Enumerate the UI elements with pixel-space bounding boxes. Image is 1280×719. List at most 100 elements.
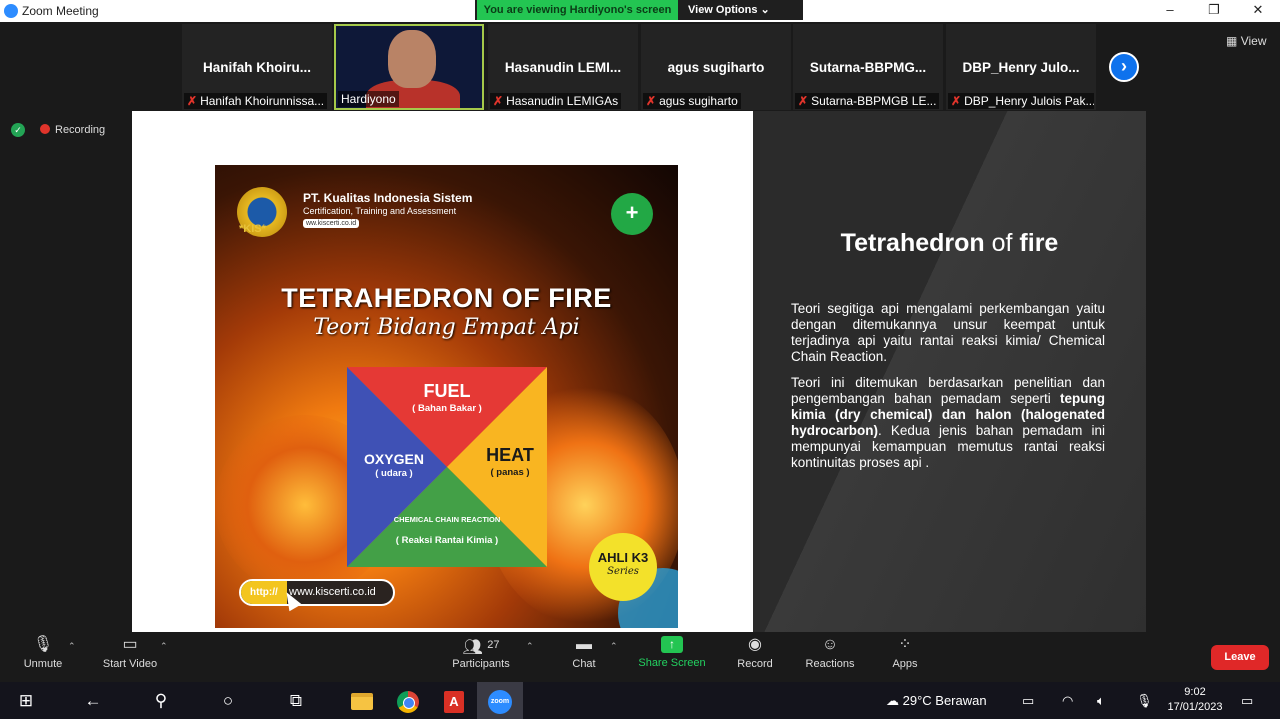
participant-strip: Hanifah Khoiru... ✗ Hanifah Khoirunnissa.… (0, 22, 1280, 110)
participant-label-text: agus sugiharto (659, 94, 738, 108)
audio-options-caret-icon[interactable]: ⌃ (68, 641, 76, 652)
oxygen-label: OXYGEN (364, 451, 424, 467)
participant-tile[interactable]: agus sugiharto ✗ agus sugiharto (641, 24, 791, 110)
share-screen-button[interactable]: ↑ Share Screen (638, 636, 706, 669)
participant-label: Hardiyono (338, 91, 399, 107)
minimize-icon[interactable]: – (1148, 0, 1192, 22)
record-button[interactable]: ◉ Record (736, 636, 774, 670)
start-video-button[interactable]: ▭ Start Video (100, 636, 160, 670)
participants-caret-icon[interactable]: ⌃ (526, 641, 534, 652)
ahli-k3-badge: AHLI K3 Series (589, 533, 657, 601)
chrome-icon[interactable] (385, 682, 431, 719)
title-bar: Zoom Meeting You are viewing Hardiyono's… (0, 0, 1280, 22)
participant-video-face (388, 30, 436, 88)
paragraph-text: Teori ini ditemukan berdasarkan peneliti… (791, 375, 1105, 406)
apps-button[interactable]: ⁘ Apps (890, 636, 920, 670)
muted-microphone-icon: 🎙︎ (32, 636, 54, 653)
microphone-icon[interactable]: 🎙︎ (1136, 682, 1153, 719)
participant-label: ✗ Hasanudin LEMIGAs (490, 93, 622, 109)
weather-widget[interactable]: ☁ 29°C Berawan (886, 682, 987, 719)
company-subtitle: Certification, Training and Assessment (303, 206, 457, 216)
website-url: www.kiscerti.co.id (289, 586, 376, 598)
zoom-taskbar-icon[interactable]: zoom (477, 682, 523, 719)
chat-caret-icon[interactable]: ⌃ (610, 641, 618, 652)
window-title: Zoom Meeting (22, 4, 99, 18)
safety-cross-gear-icon: + (611, 193, 653, 235)
view-options-label: View Options (688, 4, 758, 16)
fuel-sublabel: ( Bahan Bakar ) (412, 403, 482, 414)
participant-tile[interactable]: Sutarna-BBPMG... ✗ Sutarna-BBPMGB LE... (793, 24, 943, 110)
system-clock[interactable]: 9:02 17/01/2023 (1163, 685, 1227, 715)
participant-tile-active-speaker[interactable]: Hardiyono (334, 24, 484, 110)
cortana-circle-icon[interactable]: ○ (205, 682, 251, 719)
shared-screen: *KIS* PT. Kualitas Indonesia Sistem Cert… (132, 111, 1146, 632)
grid-icon: ▦ (1226, 34, 1238, 48)
tetrahedron-diagram: FUEL ( Bahan Bakar ) HEAT ( panas ) OXYG… (347, 367, 547, 567)
share-screen-label: Share Screen (638, 657, 706, 669)
close-icon[interactable]: ✕ (1236, 0, 1280, 22)
participant-tile[interactable]: Hasanudin LEMI... ✗ Hasanudin LEMIGAs (488, 24, 638, 110)
participant-label-text: Hanifah Khoirunnissa... (200, 94, 325, 108)
participant-label: ✗ DBP_Henry Julois Pak... (948, 93, 1094, 109)
participant-count: 27 (487, 639, 500, 651)
chemical-label: CHEMICAL CHAIN REACTION (393, 515, 501, 524)
badge-subtitle: Series (607, 566, 639, 577)
windows-start-icon[interactable]: ⊞ (3, 682, 49, 719)
chat-label: Chat (572, 658, 596, 670)
reactions-button[interactable]: ☺ Reactions (804, 636, 856, 670)
pdf-reader-icon[interactable]: A (431, 682, 477, 719)
participant-label-text: Hasanudin LEMIGAs (506, 94, 619, 108)
participant-label: ✗ Hanifah Khoirunnissa... (184, 93, 328, 109)
participant-tile[interactable]: Hanifah Khoiru... ✗ Hanifah Khoirunnissa.… (182, 24, 332, 110)
website-pill: http:// www.kiscerti.co.id (239, 579, 395, 606)
restore-icon[interactable]: ❐ (1192, 0, 1236, 22)
zoom-logo-icon (4, 4, 18, 18)
windows-taskbar: ⊞ ← ⚲ ○ ⧉ A zoom ☁ 29°C Berawan ▭ ◠ 🔈︎ 🎙… (0, 682, 1280, 719)
view-options-button[interactable]: View Options ⌄ (688, 0, 770, 20)
participants-icon: 👥︎ 27 (462, 639, 500, 656)
start-video-label: Start Video (102, 658, 158, 670)
slide-title-part: fire (1019, 229, 1059, 257)
search-icon[interactable]: ⚲ (138, 682, 184, 719)
slide-title: Tetrahedron of fire (753, 229, 1146, 258)
participant-tile-name: Sutarna-BBPMG... (809, 60, 927, 75)
participants-label: Participants (452, 658, 510, 670)
volume-icon[interactable]: 🔈︎ (1097, 682, 1105, 719)
muted-mic-icon: ✗ (187, 94, 198, 108)
slide-right-panel: Tetrahedron of fire Teori segitiga api m… (753, 111, 1146, 632)
fuel-label: FUEL (423, 381, 471, 401)
leave-button[interactable]: Leave (1211, 645, 1269, 670)
share-banner: You are viewing Hardiyono's screen View … (475, 0, 803, 20)
participants-button[interactable]: 👥︎ 27 Participants (450, 636, 512, 670)
view-button[interactable]: ▦ View (1226, 34, 1266, 48)
meeting-controls: 🎙︎ Unmute ⌃ ▭ Start Video ⌃ 👥︎ 27 Partic… (0, 632, 1280, 682)
task-view-icon[interactable]: ⧉ (273, 682, 319, 719)
video-options-caret-icon[interactable]: ⌃ (160, 641, 168, 652)
participant-tile-name: Hasanudin LEMI... (504, 60, 622, 75)
slide-paragraph-2: Teori ini ditemukan berdasarkan peneliti… (791, 375, 1105, 471)
view-label: View (1240, 34, 1267, 48)
unmute-button[interactable]: 🎙︎ Unmute (22, 636, 64, 670)
chevron-down-icon: ⌄ (760, 4, 770, 16)
participant-label-text: Hardiyono (341, 92, 396, 106)
viewing-screen-label: You are viewing Hardiyono's screen (477, 0, 678, 20)
battery-icon[interactable]: ▭ (1022, 682, 1034, 719)
poster-title: TETRAHEDRON OF FIRE (281, 283, 612, 313)
security-shield-icon[interactable]: ✓ (11, 123, 25, 137)
notifications-icon[interactable]: ▭ (1241, 682, 1253, 719)
participant-tile[interactable]: DBP_Henry Julo... ✗ DBP_Henry Julois Pak.… (946, 24, 1096, 110)
participant-label: ✗ Sutarna-BBPMGB LE... (795, 93, 940, 109)
participant-tile-name: Hanifah Khoiru... (203, 60, 311, 75)
unmute-label: Unmute (23, 658, 63, 670)
slide-left-panel: *KIS* PT. Kualitas Indonesia Sistem Cert… (132, 111, 753, 632)
file-explorer-icon[interactable] (339, 682, 385, 719)
next-page-arrow-icon[interactable]: › (1109, 52, 1139, 82)
oxygen-sublabel: ( udara ) (375, 468, 413, 479)
company-name: PT. Kualitas Indonesia Sistem (303, 191, 473, 205)
wifi-icon[interactable]: ◠ (1062, 682, 1073, 719)
video-off-icon: ▭ (122, 636, 138, 653)
back-arrow-icon[interactable]: ← (70, 682, 116, 719)
chat-button[interactable]: ▬ Chat (568, 636, 600, 670)
slide-paragraph-1: Teori segitiga api mengalami perkembanga… (791, 301, 1105, 364)
company-url: ww.kiscerti.co.id (303, 219, 360, 228)
